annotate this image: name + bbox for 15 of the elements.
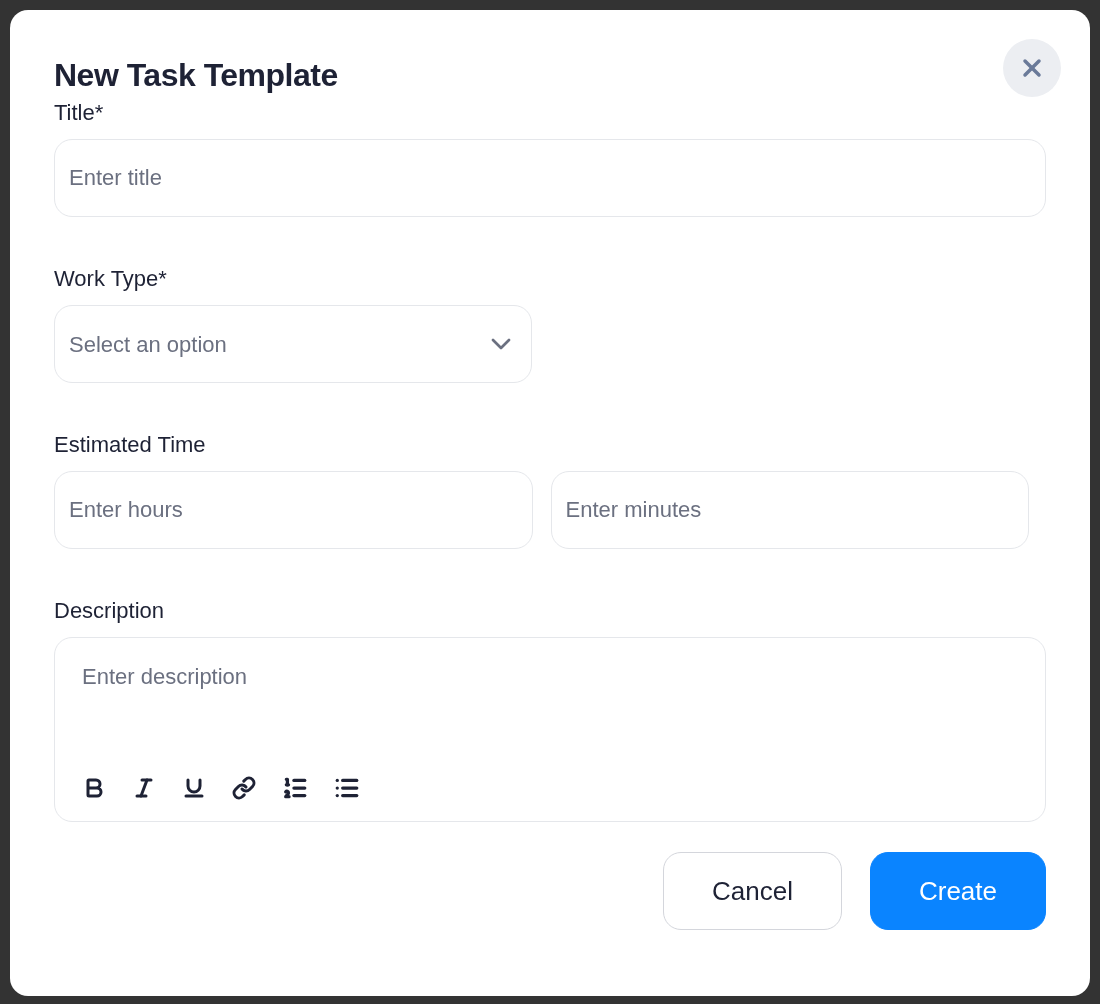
select-field[interactable]: Select an option: [54, 305, 532, 383]
numbered-list-icon[interactable]: [282, 775, 308, 801]
create-button[interactable]: Create: [870, 852, 1046, 930]
dialog-title: New Task Template: [54, 56, 338, 94]
field-label: Estimated Time: [54, 431, 206, 459]
field-label: Description: [54, 597, 165, 625]
number-field[interactable]: Enter hours: [54, 471, 533, 549]
number-field[interactable]: Enter minutes: [550, 471, 1029, 549]
cancel-button[interactable]: Cancel: [663, 852, 842, 930]
link-icon[interactable]: [232, 776, 256, 800]
text-field[interactable]: Enter title: [54, 139, 1046, 217]
underline-icon[interactable]: [182, 776, 206, 800]
field-label: Title*: [54, 99, 104, 127]
field-label: Work Type*: [54, 265, 167, 293]
description-editor[interactable]: Enter description: [54, 637, 1046, 822]
